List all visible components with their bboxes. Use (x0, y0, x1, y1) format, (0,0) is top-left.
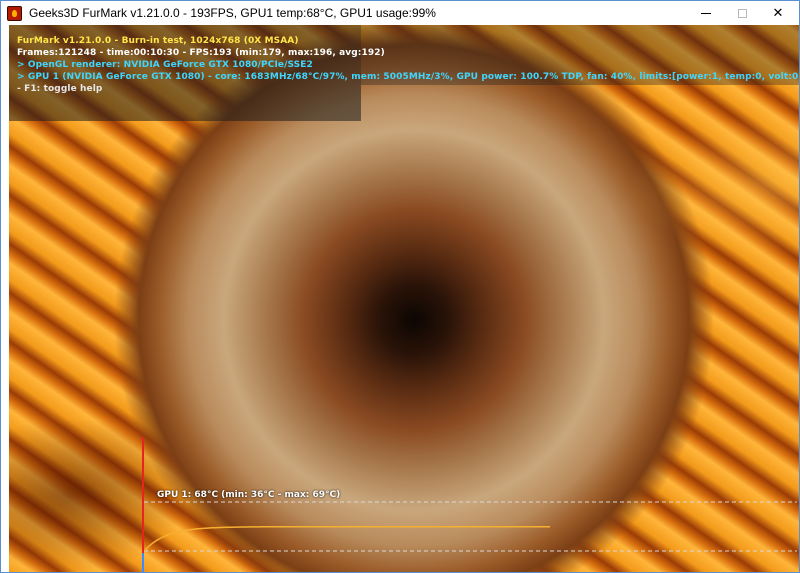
temperature-graph-canvas (144, 501, 797, 552)
graph-temperature-label: GPU 1: 68°C (min: 36°C - max: 69°C) (157, 490, 341, 500)
graph-baseline-marker (142, 553, 144, 572)
close-button[interactable]: ✕ (760, 1, 796, 25)
furmark-window: Geeks3D FurMark v1.21.0.0 - 193FPS, GPU1… (0, 0, 800, 573)
hud-help-line: - F1: toggle help (17, 84, 103, 94)
minimize-icon (701, 12, 711, 14)
furmark-app-icon[interactable] (7, 6, 22, 21)
hud-title-line: FurMark v1.21.0.0 - Burn-in test, 1024x7… (17, 36, 299, 46)
window-title: Geeks3D FurMark v1.21.0.0 - 193FPS, GPU1… (29, 6, 436, 20)
hud-renderer-line: > OpenGL renderer: NVIDIA GeForce GTX 10… (17, 60, 313, 70)
maximize-icon (737, 8, 747, 18)
hud-frames-line: Frames:121248 - time:00:10:30 - FPS:193 … (17, 48, 385, 58)
minimize-button[interactable] (688, 1, 724, 25)
maximize-button[interactable] (724, 1, 760, 25)
temperature-curve (144, 525, 550, 552)
hud-gpu-line: > GPU 1 (NVIDIA GeForce GTX 1080) - core… (17, 72, 799, 82)
temperature-graph: GPU 1: 68°C (min: 36°C - max: 69°C) (142, 437, 799, 572)
render-viewport[interactable]: FurMark v1.21.0.0 - Burn-in test, 1024x7… (9, 25, 799, 572)
close-icon: ✕ (772, 5, 784, 20)
title-bar[interactable]: Geeks3D FurMark v1.21.0.0 - 193FPS, GPU1… (1, 1, 799, 25)
